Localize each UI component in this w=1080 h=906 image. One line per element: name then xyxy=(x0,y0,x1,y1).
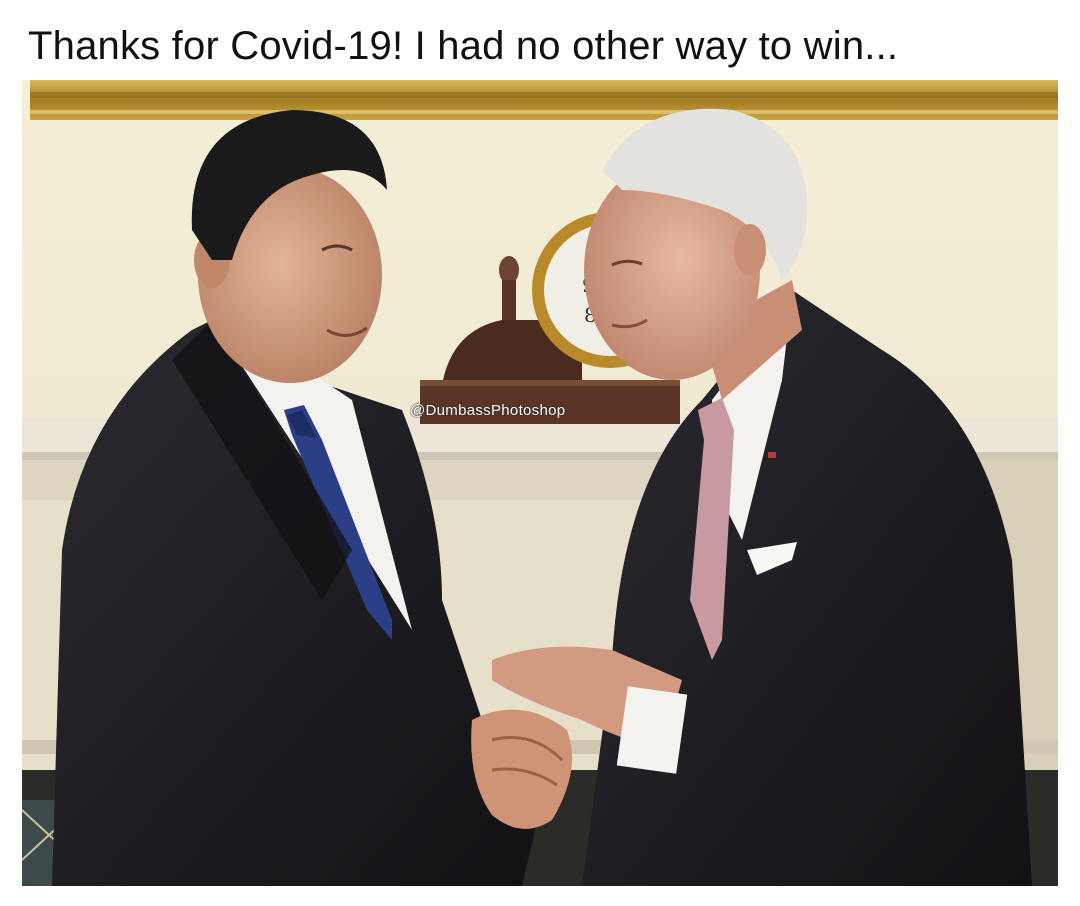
picture-frame xyxy=(30,80,1058,120)
photo-illustration: 10 9 8 xyxy=(22,80,1058,886)
watermark: @DumbassPhotoshop xyxy=(410,402,566,419)
meme-caption: Thanks for Covid-19! I had no other way … xyxy=(28,24,899,68)
meme-photo: 10 9 8 xyxy=(22,80,1058,886)
